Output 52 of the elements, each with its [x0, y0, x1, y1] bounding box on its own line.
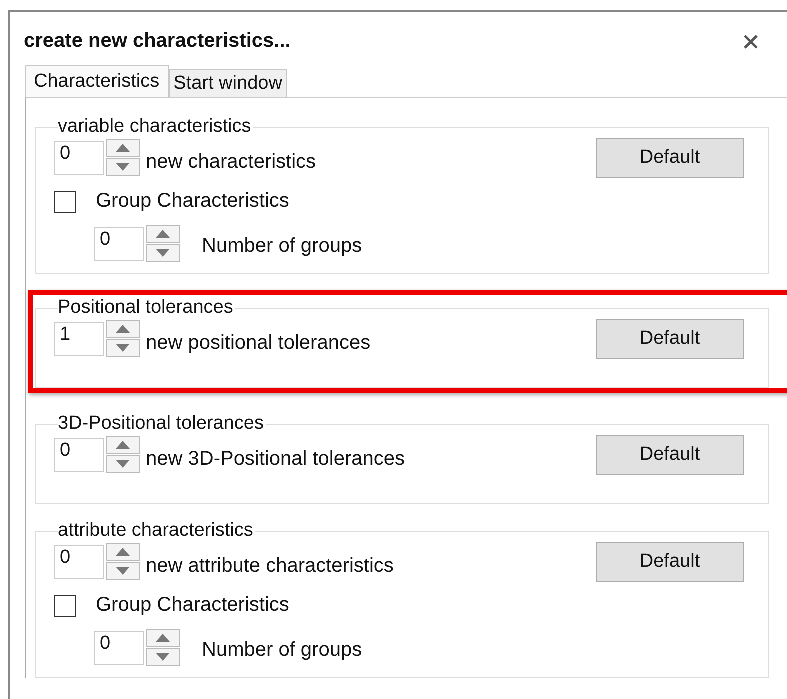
number-field[interactable]: 0	[54, 438, 104, 472]
group-legend: Positional tolerances	[58, 297, 236, 319]
group-legend: 3D-Positional tolerances	[58, 413, 266, 435]
spin-down-button[interactable]	[106, 158, 140, 176]
checkbox-label: Group Characteristics	[96, 190, 290, 213]
number-field[interactable]: 0	[94, 631, 144, 665]
checkbox[interactable]	[54, 594, 76, 616]
default-button[interactable]: Default	[596, 542, 744, 582]
spin-up-button[interactable]	[146, 629, 180, 647]
down-arrow-icon	[116, 460, 130, 468]
field-label: new attribute characteristics	[146, 554, 395, 578]
field-label: new characteristics	[146, 150, 318, 174]
field-label: new positional tolerances	[146, 332, 372, 354]
spin-up-button[interactable]	[106, 139, 140, 157]
group-legend: variable characteristics	[58, 116, 254, 138]
field-label: new 3D-Positional tolerances	[146, 448, 406, 470]
group-legend: attribute characteristics	[58, 520, 256, 542]
spin-up-button[interactable]	[106, 320, 140, 338]
spin-up-button[interactable]	[106, 436, 140, 454]
field-label: Number of groups	[202, 638, 362, 662]
checkbox-label: Group Characteristics	[96, 594, 290, 617]
window-title: create new characteristics...	[24, 30, 291, 53]
close-icon[interactable]	[743, 34, 759, 50]
default-button[interactable]: Default	[596, 138, 744, 178]
number-field[interactable]: 0	[94, 227, 144, 261]
spin-up-button[interactable]	[146, 225, 180, 243]
number-field[interactable]: 1	[54, 322, 104, 356]
down-arrow-icon	[116, 344, 130, 352]
spin-down-button[interactable]	[106, 455, 140, 473]
up-arrow-icon	[156, 230, 170, 238]
up-arrow-icon	[116, 441, 130, 449]
tab[interactable]: Characteristics	[25, 65, 169, 97]
number-field[interactable]: 0	[54, 141, 104, 175]
down-arrow-icon	[116, 163, 130, 171]
up-arrow-icon	[116, 144, 130, 152]
field-label: Number of groups	[202, 234, 362, 258]
default-button[interactable]: Default	[596, 319, 744, 359]
spin-up-button[interactable]	[106, 543, 140, 561]
spin-down-button[interactable]	[106, 562, 140, 580]
down-arrow-icon	[116, 567, 130, 575]
default-button[interactable]: Default	[596, 435, 744, 475]
up-arrow-icon	[156, 634, 170, 642]
checkbox[interactable]	[54, 190, 76, 212]
spin-down-button[interactable]	[106, 339, 140, 357]
tab[interactable]: Start window	[168, 69, 288, 97]
down-arrow-icon	[156, 653, 170, 661]
spin-down-button[interactable]	[146, 648, 180, 666]
number-field[interactable]: 0	[54, 545, 104, 579]
spin-down-button[interactable]	[146, 244, 180, 262]
up-arrow-icon	[116, 548, 130, 556]
up-arrow-icon	[116, 325, 130, 333]
down-arrow-icon	[156, 249, 170, 257]
